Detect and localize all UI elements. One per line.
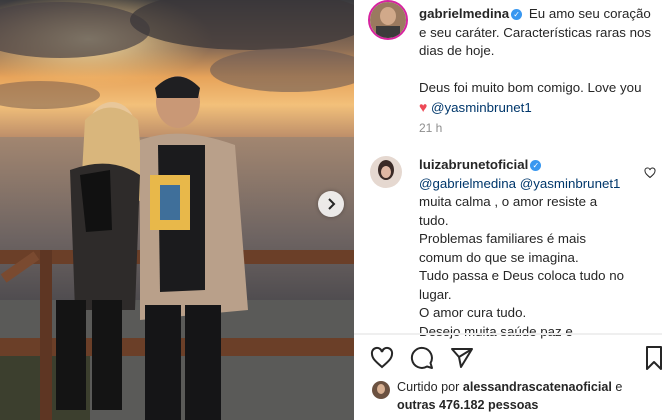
post-caption: gabrielmedina ✓ Eu amo seu coração e seu … [419,5,659,117]
comment-icon[interactable] [410,346,434,370]
post-photo [0,0,354,420]
verified-icon: ✓ [530,160,542,171]
red-heart-icon: ♥ [419,98,428,115]
comment-line: tudo. [419,212,449,228]
author-avatar[interactable] [368,0,408,40]
comment-line: Tudo passa e Deus coloca tudo no [419,268,625,283]
liker-avatar[interactable] [372,381,390,399]
liked-by-user[interactable]: alessandrascatenaoficial [463,380,612,394]
commenter-avatar[interactable] [370,156,402,188]
bookmark-icon[interactable] [646,346,662,370]
divider [354,333,662,335]
commenter-username[interactable]: luizabrunetoficial [419,157,528,172]
post-timestamp[interactable]: 21 h [419,121,442,135]
next-photo-button[interactable] [318,191,344,217]
comment: luizabrunetoficial ✓ @gabrielmedina @yasm… [419,156,645,341]
comment-line: Problemas familiares é mais [419,231,587,246]
comment-line: muita calma , o amor resiste a [419,194,598,209]
liked-by-prefix: Curtido por [397,380,460,394]
liked-by: Curtido por alessandrascatenaoficial e o… [397,378,652,414]
comment-mention-2[interactable]: @yasminbrunet1 [520,176,621,191]
comment-like-heart-icon[interactable] [644,167,656,179]
comment-line: lugar. [419,286,452,302]
caption-text-3: dias de hoje. [419,43,495,58]
post-panel: gabrielmedina ✓ Eu amo seu coração e seu … [354,0,662,420]
chevron-right-icon [328,198,336,210]
caption-text-1: Eu amo seu coração [528,6,651,21]
caption-text-2: e seu caráter. Características raras nos [419,24,652,40]
verified-icon: ✓ [511,9,523,20]
comment-line: O amor cura tudo. [419,305,527,320]
liked-by-others[interactable]: outras 476.182 pessoas [397,398,538,412]
share-icon[interactable] [450,346,474,370]
comment-line: comum do que se imagina. [419,249,579,265]
heart-icon[interactable] [370,346,394,370]
liked-by-conj: e [615,380,623,394]
caption-text-4: Deus foi muito bom comigo. Love you [419,80,642,95]
author-username[interactable]: gabrielmedina [419,6,509,21]
comment-mention-1[interactable]: @gabrielmedina [419,176,516,191]
action-bar [354,336,662,380]
caption-mention[interactable]: @yasminbrunet1 [431,100,532,115]
